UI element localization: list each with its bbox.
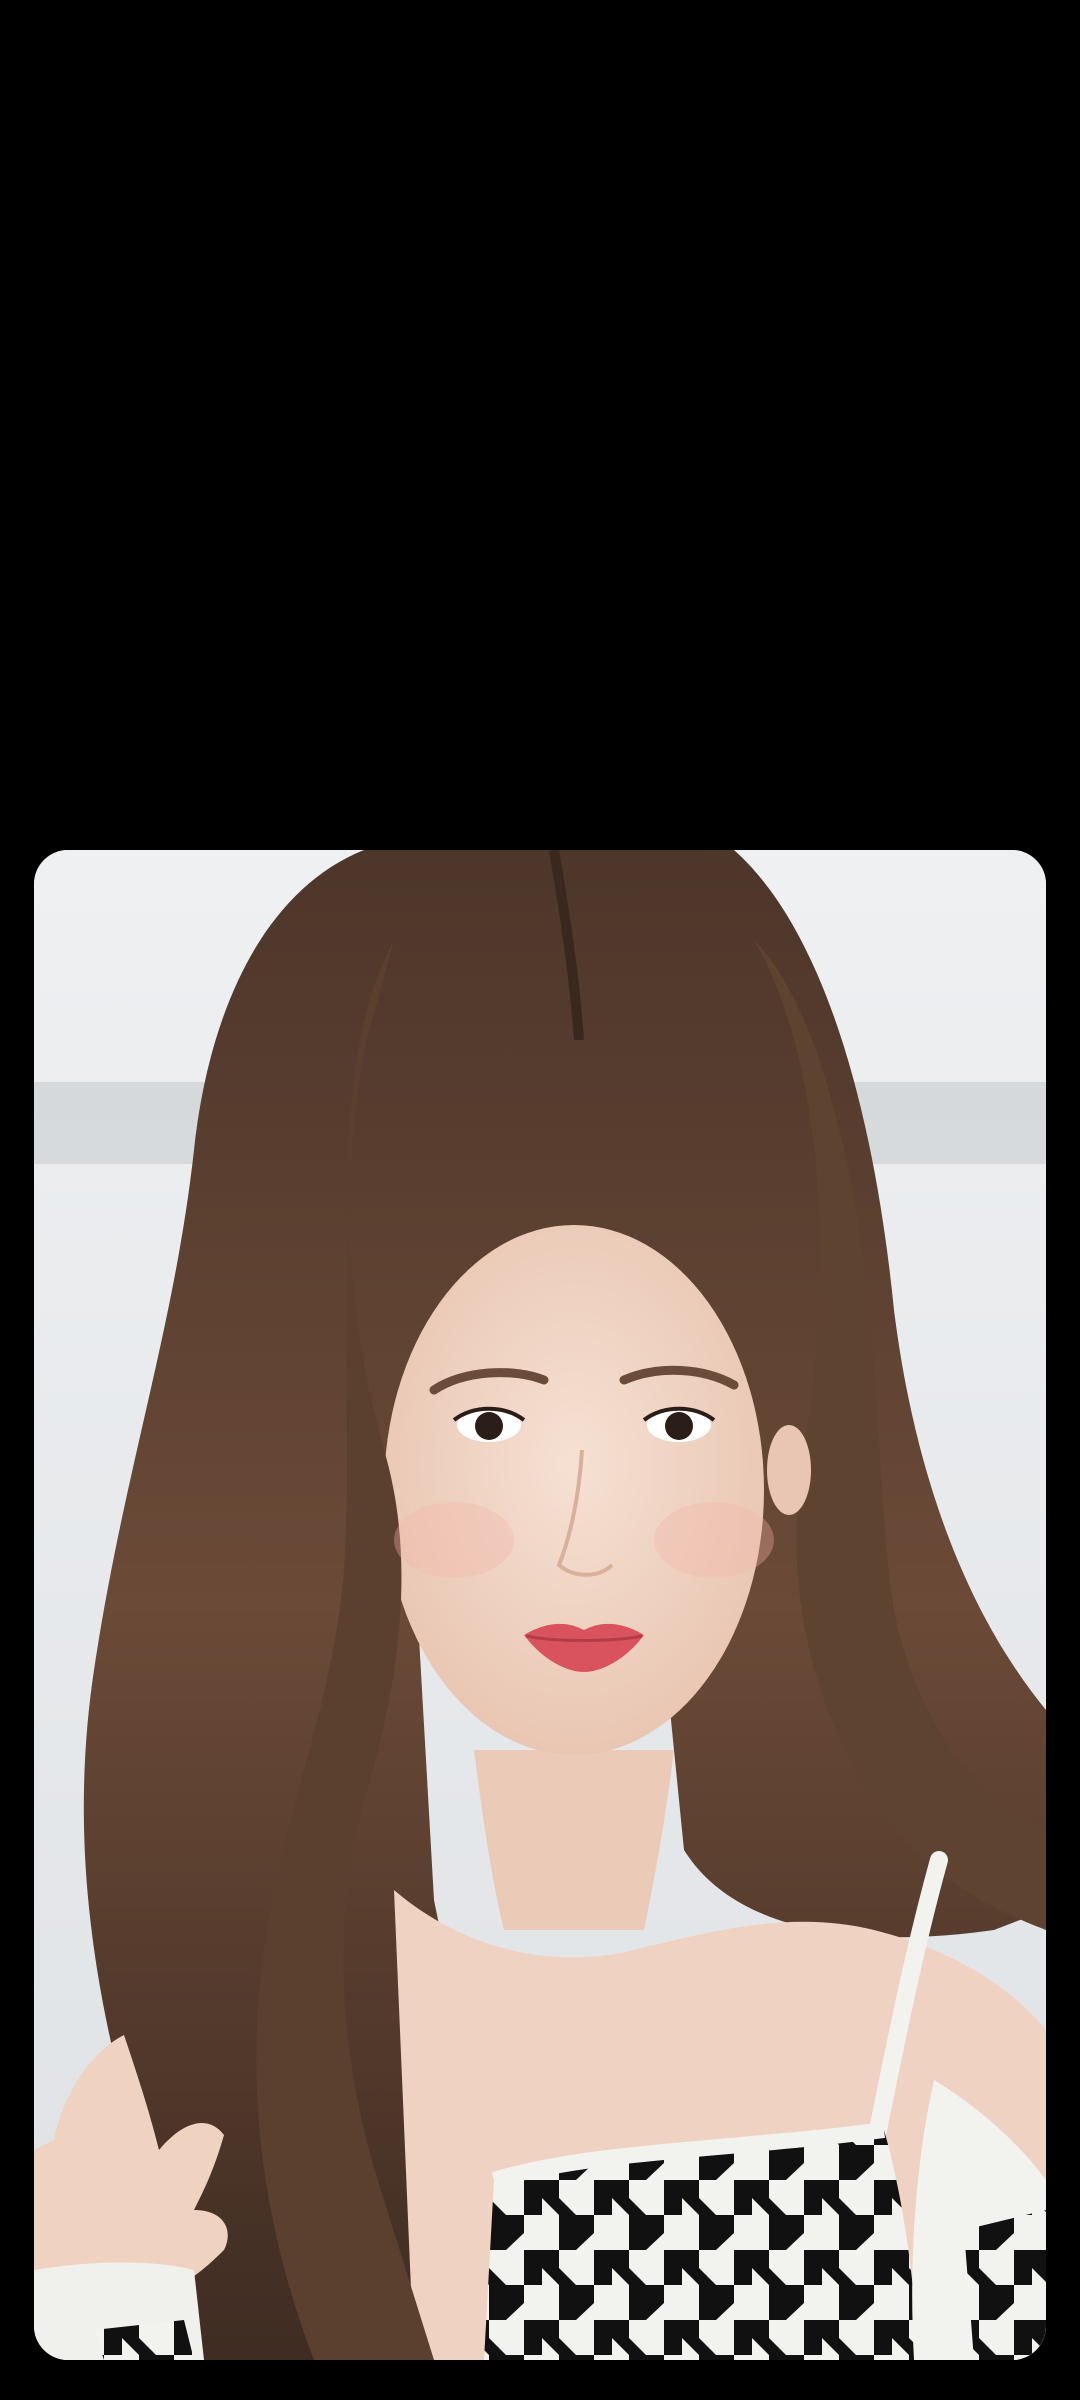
photo-image[interactable] xyxy=(34,850,1046,2360)
photo-viewer-screen xyxy=(0,0,1080,2400)
portrait-photo-illustration xyxy=(34,850,1046,2360)
